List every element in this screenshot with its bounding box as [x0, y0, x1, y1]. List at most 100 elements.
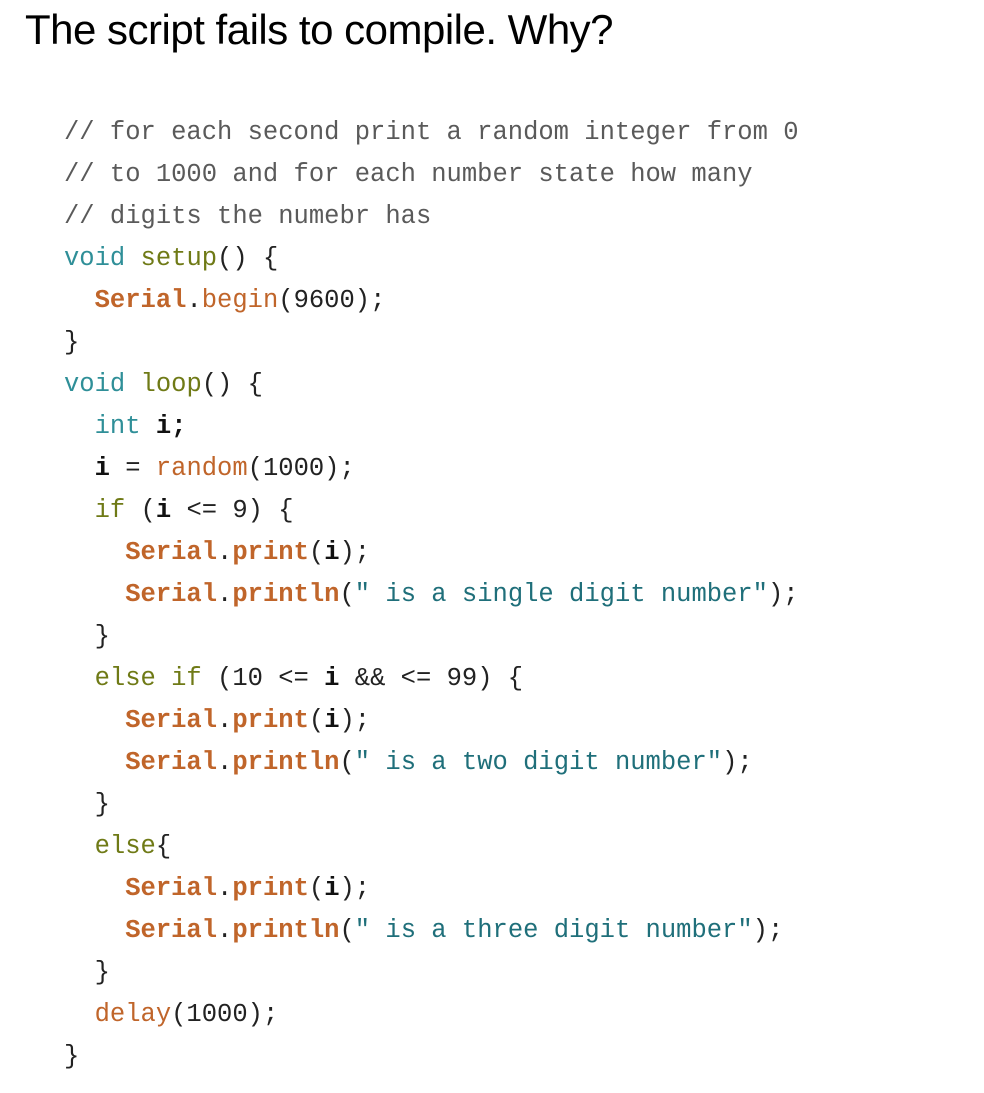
- code-line: }: [64, 322, 799, 364]
- code-token-lib: print: [232, 538, 309, 567]
- code-token-plain: );: [722, 748, 753, 777]
- code-token-plain: () {: [201, 370, 263, 399]
- code-token-plain: .: [186, 286, 202, 315]
- code-token-lib: Serial: [125, 874, 218, 903]
- code-token-lib: Serial: [125, 706, 218, 735]
- code-token-plain: && <= 99) {: [339, 664, 524, 693]
- code-token-func: setup: [140, 244, 218, 273]
- code-token-plain: );: [339, 874, 371, 903]
- code-token-plain: .: [217, 874, 233, 903]
- code-line: Serial.print(i);: [64, 868, 799, 910]
- code-line: else{: [64, 826, 799, 868]
- code-token-var: i: [324, 706, 340, 735]
- code-token-var: i: [94, 454, 110, 483]
- code-token-plain: {: [155, 832, 172, 861]
- code-line: else if (10 <= i && <= 99) {: [64, 658, 799, 700]
- code-token-str: " is a three digit number": [354, 916, 753, 945]
- code-token-plain: );: [752, 916, 784, 945]
- code-token-lib: println: [232, 748, 340, 777]
- code-token-lib: Serial: [125, 916, 218, 945]
- code-token-plain: }: [64, 1042, 80, 1071]
- code-line: // digits the numebr has: [64, 196, 799, 238]
- code-token-str: " is a two digit number": [354, 748, 723, 777]
- code-token-comment: // digits the numebr has: [64, 202, 432, 231]
- code-token-plain: }: [64, 622, 110, 651]
- code-token-plain: }: [64, 790, 110, 819]
- code-token-comment: // for each second print a random intege…: [64, 118, 799, 147]
- code-token-plain: );: [339, 706, 371, 735]
- code-line: }: [64, 952, 799, 994]
- code-token-plain: .: [217, 580, 233, 609]
- code-token-plain: (: [339, 916, 355, 945]
- code-line: }: [64, 784, 799, 826]
- code-token-plain: );: [339, 538, 371, 567]
- code-token-plain: () {: [217, 244, 279, 273]
- code-line: Serial.begin(9600);: [64, 280, 799, 322]
- code-token-var: i: [155, 496, 172, 525]
- code-line: if (i <= 9) {: [64, 490, 799, 532]
- code-token-lib: Serial: [125, 748, 218, 777]
- code-line: Serial.print(i);: [64, 532, 799, 574]
- code-token-kw: else if: [94, 664, 202, 693]
- code-line: Serial.println(" is a single digit numbe…: [64, 574, 799, 616]
- code-token-lib: Serial: [94, 286, 187, 315]
- code-token-plain: (1000);: [247, 454, 355, 483]
- code-token-plain: .: [217, 748, 233, 777]
- code-line: Serial.println(" is a two digit number")…: [64, 742, 799, 784]
- code-token-lib: println: [232, 580, 340, 609]
- code-token-lib: Serial: [125, 580, 218, 609]
- code-block: // for each second print a random intege…: [64, 112, 799, 1078]
- code-token-lib: print: [232, 706, 309, 735]
- code-token-lib: Serial: [125, 538, 218, 567]
- code-token-call: begin: [201, 286, 279, 315]
- code-token-plain: (: [308, 706, 325, 735]
- code-token-plain: (: [125, 496, 156, 525]
- code-token-str: " is a single digit number": [354, 580, 768, 609]
- code-token-plain: );: [767, 580, 799, 609]
- code-token-plain: .: [217, 916, 233, 945]
- code-token-plain: .: [217, 538, 233, 567]
- code-token-plain: (1000);: [171, 1000, 279, 1029]
- code-token-var: i;: [155, 412, 187, 441]
- code-token-kw: else: [94, 832, 156, 861]
- code-token-plain: (: [339, 580, 355, 609]
- code-token-type: int: [94, 412, 141, 441]
- code-token-func: loop: [140, 370, 202, 399]
- code-token-kw: if: [94, 496, 126, 525]
- code-line: i = random(1000);: [64, 448, 799, 490]
- code-token-plain: (10 <=: [201, 664, 325, 693]
- code-line: int i;: [64, 406, 799, 448]
- code-token-plain: }: [64, 328, 80, 357]
- code-token-plain: (: [339, 748, 355, 777]
- code-token-type: void: [64, 244, 126, 273]
- code-line: delay(1000);: [64, 994, 799, 1036]
- code-line: void loop() {: [64, 364, 799, 406]
- code-line: }: [64, 616, 799, 658]
- code-token-plain: =: [109, 454, 156, 483]
- code-token-plain: (: [308, 874, 325, 903]
- code-line: void setup() {: [64, 238, 799, 280]
- code-token-plain: }: [64, 958, 110, 987]
- code-token-call: random: [155, 454, 248, 483]
- code-token-var: i: [324, 664, 340, 693]
- code-token-var: i: [324, 874, 340, 903]
- code-token-lib: println: [232, 916, 340, 945]
- code-token-call: delay: [94, 1000, 172, 1029]
- code-token-plain: (9600);: [278, 286, 386, 315]
- code-token-comment: // to 1000 and for each number state how…: [64, 160, 753, 189]
- code-line: }: [64, 1036, 799, 1078]
